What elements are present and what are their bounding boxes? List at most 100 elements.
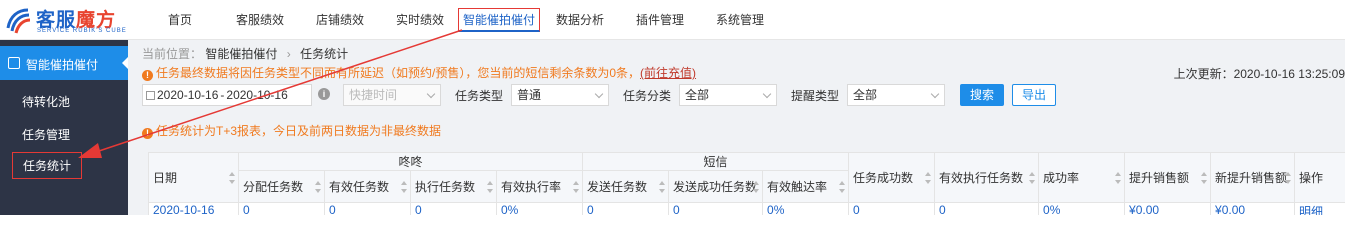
- main-content: 当前位置： 智能催拍催付 › 任务统计 ! 任务最终数据将因任务类型不同而有所延迟…: [128, 40, 1345, 215]
- task-type-value: 普通: [517, 88, 542, 102]
- col-header-effective-exec-rate[interactable]: 有效执行率: [495, 170, 584, 203]
- last-update: 上次更新：2020-10-16 13:25:09: [1173, 67, 1345, 81]
- notice-text: 任务最终数据将因任务类型不同而有所延迟（如预约/预售），您当前的短信剩余条数为0…: [156, 66, 641, 80]
- task-type-select[interactable]: 普通: [511, 84, 609, 106]
- export-button[interactable]: 导出: [1012, 84, 1056, 106]
- quick-time-select[interactable]: 快捷时间: [343, 84, 441, 106]
- col-header-effective-executed[interactable]: 有效执行任务数: [934, 152, 1040, 203]
- remind-type-label: 提醒类型: [791, 89, 840, 103]
- nav-item-store-performance[interactable]: 店铺绩效: [316, 11, 364, 28]
- recharge-link[interactable]: (前往充值): [640, 66, 696, 80]
- col-header-new-sales-lift[interactable]: 新提升销售额: [1210, 152, 1296, 203]
- sms-notice: ! 任务最终数据将因任务类型不同而有所延迟（如预约/预售），您当前的短信剩余条数为…: [142, 64, 696, 81]
- sort-icon[interactable]: [659, 180, 666, 193]
- cell-date: 2020-10-16: [148, 202, 239, 215]
- warning-icon: !: [142, 128, 153, 139]
- sidebar-item-pending-pool[interactable]: 待转化池: [22, 93, 70, 110]
- sort-icon[interactable]: [753, 180, 760, 193]
- breadcrumb-separator: ›: [286, 47, 291, 61]
- sidebar-item-task-management[interactable]: 任务管理: [22, 126, 70, 143]
- cell-detail-link[interactable]: 明细: [1294, 202, 1345, 215]
- nav-item-home[interactable]: 首页: [168, 11, 192, 28]
- remind-type-select[interactable]: 全部: [847, 84, 945, 106]
- task-type-label: 任务类型: [455, 89, 504, 103]
- sort-icon[interactable]: [925, 171, 932, 184]
- date-end[interactable]: 2020-10-16: [226, 88, 287, 102]
- sort-icon[interactable]: [1201, 171, 1208, 184]
- col-header-assigned[interactable]: 分配任务数: [238, 170, 325, 203]
- quick-time-placeholder: 快捷时间: [349, 88, 398, 102]
- date-range-picker[interactable]: 2020-10-16-2020-10-16: [142, 84, 312, 106]
- cell-effective-executed: 0: [934, 202, 1040, 215]
- chevron-down-icon: [426, 89, 436, 99]
- col-header-reach-rate[interactable]: 有效触达率: [762, 170, 850, 203]
- task-category-label: 任务分类: [623, 89, 672, 103]
- sort-icon[interactable]: [1285, 171, 1292, 184]
- task-category-value: 全部: [685, 88, 710, 102]
- remind-type-value: 全部: [853, 88, 878, 102]
- group-header-dongdong: 咚咚: [237, 152, 584, 171]
- search-button[interactable]: 搜索: [960, 84, 1004, 106]
- nav-item-system-management[interactable]: 系统管理: [716, 11, 764, 28]
- chevron-down-icon: [930, 89, 940, 99]
- breadcrumb-current: 任务统计: [300, 47, 349, 61]
- t3-report-notice: ! 任务统计为T+3报表，今日及前两日数据为非最终数据: [142, 122, 441, 139]
- date-separator: -: [220, 88, 225, 102]
- chevron-down-icon: [594, 89, 604, 99]
- col-header-sent[interactable]: 发送任务数: [582, 170, 670, 203]
- nav-item-realtime-performance[interactable]: 实时绩效: [396, 11, 444, 28]
- sort-icon[interactable]: [573, 180, 580, 193]
- task-category-select[interactable]: 全部: [679, 84, 777, 106]
- cell-success-rate: 0%: [1038, 202, 1126, 215]
- logo[interactable]: 客服魔方 SERVICE RUBIK'S CUBE: [4, 4, 144, 36]
- warning-icon: !: [142, 70, 153, 81]
- cell-task-success: 0: [848, 202, 936, 215]
- sidebar-header-label: 智能催拍催付: [26, 58, 99, 72]
- sort-icon[interactable]: [1029, 171, 1036, 184]
- cell-effective-exec-rate: 0%: [495, 202, 584, 215]
- cell-sent-success: 0: [668, 202, 764, 215]
- cell-executed: 0: [410, 202, 497, 215]
- sort-icon[interactable]: [401, 180, 407, 193]
- col-header-task-success[interactable]: 任务成功数: [848, 152, 936, 203]
- col-header-executed[interactable]: 执行任务数: [410, 170, 497, 203]
- nav-item-plugin-management[interactable]: 插件管理: [636, 11, 684, 28]
- statistics-table: 日期 咚咚 短信 任务成功数 有效执行任务数 成功率 提升销售额 新提升销售额 …: [148, 152, 1345, 215]
- sort-icon[interactable]: [1115, 171, 1122, 184]
- nav-item-service-performance[interactable]: 客服绩效: [236, 11, 284, 28]
- nav-item-smart-reminder[interactable]: 智能催拍催付: [458, 8, 541, 32]
- sidebar: 智能催拍催付 待转化池 任务管理 任务统计: [0, 40, 128, 215]
- sort-icon[interactable]: [229, 171, 235, 184]
- cell-sales-lift: ¥0.00: [1124, 202, 1212, 215]
- breadcrumb: 当前位置： 智能催拍催付 › 任务统计: [142, 45, 348, 62]
- col-header-date[interactable]: 日期: [148, 152, 239, 203]
- info-icon[interactable]: i: [318, 88, 330, 100]
- logo-subtitle: SERVICE RUBIK'S CUBE: [37, 28, 127, 34]
- col-header-sent-success[interactable]: 发送成功任务数: [668, 170, 764, 203]
- sidebar-item-task-statistics[interactable]: 任务统计: [12, 152, 83, 179]
- table-row: 2020-10-16 0 0 0 0% 0 0 0% 0 0 0% ¥0.00 …: [148, 202, 1345, 215]
- nav-item-data-analysis[interactable]: 数据分析: [556, 11, 604, 28]
- breadcrumb-parent[interactable]: 智能催拍催付: [205, 47, 277, 61]
- calendar-icon: [146, 91, 155, 100]
- group-header-sms: 短信: [582, 152, 850, 171]
- sidebar-header[interactable]: 智能催拍催付: [0, 46, 128, 80]
- date-start[interactable]: 2020-10-16: [157, 88, 218, 102]
- cell-new-sales-lift: ¥0.00: [1210, 202, 1296, 215]
- cell-sent: 0: [582, 202, 670, 215]
- cell-reach-rate: 0%: [762, 202, 850, 215]
- sort-icon[interactable]: [839, 180, 846, 193]
- cell-effective: 0: [324, 202, 411, 215]
- logo-icon: [6, 8, 31, 34]
- breadcrumb-prefix: 当前位置：: [142, 47, 203, 61]
- sort-icon[interactable]: [315, 180, 321, 193]
- chevron-down-icon: [762, 89, 772, 99]
- sort-icon[interactable]: [487, 180, 493, 193]
- col-header-effective[interactable]: 有效任务数: [324, 170, 411, 203]
- filter-bar: 2020-10-16-2020-10-16 i 快捷时间 任务类型 普通 任务分…: [142, 84, 1342, 108]
- top-navigation-bar: 客服魔方 SERVICE RUBIK'S CUBE 首页 客服绩效 店铺绩效 实…: [0, 0, 1345, 40]
- t3-report-text: 任务统计为T+3报表，今日及前两日数据为非最终数据: [156, 124, 442, 138]
- cell-assigned: 0: [238, 202, 325, 215]
- col-header-success-rate[interactable]: 成功率: [1038, 152, 1126, 203]
- col-header-sales-lift[interactable]: 提升销售额: [1124, 152, 1212, 203]
